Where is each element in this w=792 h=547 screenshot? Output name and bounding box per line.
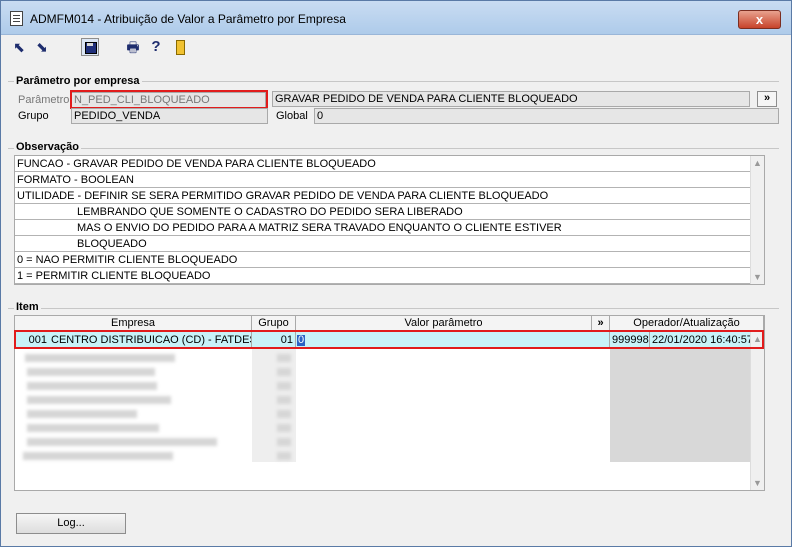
parametro-highlight — [70, 90, 268, 109]
help-icon[interactable]: ? — [147, 38, 165, 56]
main-window: ADMFM014 - Atribuição de Valor a Parâmet… — [0, 0, 792, 547]
obs-line: BLOQUEADO — [15, 236, 764, 252]
col-header-more[interactable]: » — [592, 316, 610, 331]
obs-line: 0 = NAO PERMITIR CLIENTE BLOQUEADO — [15, 252, 764, 268]
expand-icon[interactable]: ⬉ — [10, 38, 28, 56]
col-header-empresa[interactable]: Empresa — [15, 316, 252, 331]
obs-line: FUNCAO - GRAVAR PEDIDO DE VENDA PARA CLI… — [15, 156, 764, 172]
scroll-up-icon[interactable]: ▲ — [751, 156, 764, 170]
grupo-field: PEDIDO_VENDA — [71, 108, 268, 124]
parametro-description-field: GRAVAR PEDIDO DE VENDA PARA CLIENTE BLOQ… — [272, 91, 750, 107]
obs-line: LEMBRANDO QUE SOMENTE O CADASTRO DO PEDI… — [15, 204, 764, 220]
table-row[interactable] — [15, 421, 764, 435]
window-title: ADMFM014 - Atribuição de Valor a Parâmet… — [30, 12, 346, 26]
global-field: 0 — [314, 108, 779, 124]
parametro-lookup-button[interactable]: » — [757, 91, 777, 107]
table-row[interactable] — [15, 393, 764, 407]
obs-section-title: Observação — [14, 141, 81, 153]
print-icon[interactable]: 🖶 — [124, 38, 142, 56]
table-row[interactable] — [15, 407, 764, 421]
scroll-down-icon[interactable]: ▼ — [751, 476, 764, 490]
grid-scrollbar[interactable]: ▲ ▼ — [750, 332, 764, 490]
param-section-title: Parâmetro por empresa — [14, 75, 142, 87]
selected-row-highlight — [14, 330, 764, 349]
app-document-icon — [10, 11, 23, 26]
exit-icon[interactable] — [171, 38, 189, 56]
obs-line: FORMATO - BOOLEAN — [15, 172, 764, 188]
table-row[interactable] — [15, 435, 764, 449]
table-row[interactable] — [15, 449, 764, 463]
log-button[interactable]: Log... — [16, 513, 126, 534]
table-row[interactable] — [15, 351, 764, 365]
col-header-grupo[interactable]: Grupo — [252, 316, 296, 331]
grupo-label: Grupo — [18, 110, 49, 122]
close-button[interactable]: x — [738, 10, 781, 29]
col-header-operador[interactable]: Operador/Atualização — [610, 316, 764, 331]
obs-line: MAS O ENVIO DO PEDIDO PARA A MATRIZ SERA… — [15, 220, 764, 236]
title-bar: ADMFM014 - Atribuição de Valor a Parâmet… — [1, 1, 791, 35]
obs-line: UTILIDADE - DEFINIR SE SERA PERMITIDO GR… — [15, 188, 764, 204]
parametro-label: Parâmetro — [18, 94, 70, 106]
save-icon[interactable] — [81, 38, 99, 56]
obs-scrollbar[interactable]: ▲ ▼ — [750, 156, 764, 284]
col-header-valor[interactable]: Valor parâmetro — [296, 316, 592, 331]
table-row[interactable] — [15, 365, 764, 379]
collapse-icon[interactable]: ⬊ — [33, 38, 51, 56]
item-section-title: Item — [14, 301, 41, 313]
global-label: Global — [276, 110, 308, 122]
table-row[interactable] — [15, 379, 764, 393]
obs-line: 1 = PERMITIR CLIENTE BLOQUEADO — [15, 268, 764, 284]
scroll-down-icon[interactable]: ▼ — [751, 270, 764, 284]
observacao-textbox[interactable]: FUNCAO - GRAVAR PEDIDO DE VENDA PARA CLI… — [14, 155, 765, 285]
